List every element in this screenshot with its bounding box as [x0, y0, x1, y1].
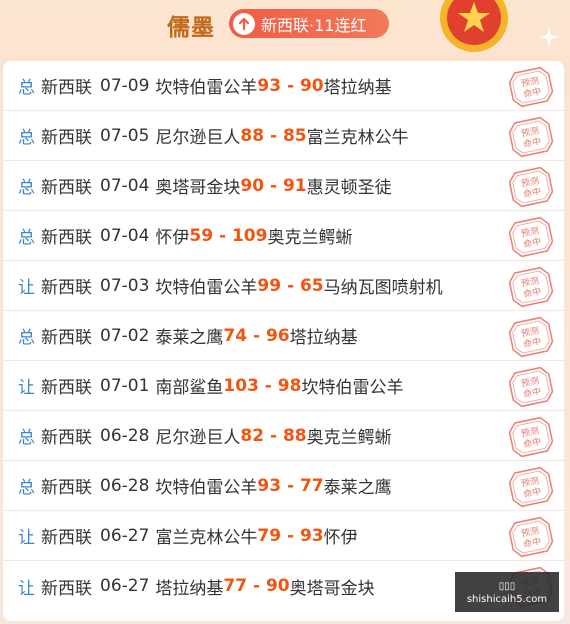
record-score: 74 - 96: [223, 325, 290, 346]
record-row[interactable]: 总新西联 07-04 怀伊 59 - 109 奥克兰鳄蜥 预测 命中: [3, 211, 564, 261]
record-league: 新西联: [41, 378, 92, 398]
hit-stamp-icon: 预测命中: [508, 216, 554, 258]
record-type: 总: [18, 228, 35, 248]
record-away-team: 富兰克林公牛: [306, 128, 409, 148]
record-league: 新西联: [41, 428, 92, 448]
record-date: 07-04: [100, 175, 150, 196]
record-row[interactable]: 总新西联 07-09 坎特伯雷公羊 93 - 90 塔拉纳基 预测 命中: [3, 61, 564, 111]
watermark-line1: ▯▯▯: [498, 581, 516, 592]
record-score: 59 - 109: [189, 225, 268, 246]
record-date: 07-01: [100, 375, 150, 396]
record-date: 06-27: [100, 576, 150, 596]
record-score: 88 - 85: [240, 125, 307, 146]
hit-stamp-icon: 预测命中: [508, 166, 554, 208]
hit-stamp-icon: 预测命中: [508, 516, 554, 558]
arrow-up-icon: [233, 12, 255, 35]
hit-stamp-icon: 预测命中: [508, 116, 554, 158]
record-home-team: 坎特伯雷公羊: [155, 478, 258, 498]
record-row[interactable]: 总新西联 06-28 尼尔逊巨人 82 - 88 奥克兰鳄蜥 预测 命中: [3, 411, 564, 461]
record-type: 总: [18, 128, 35, 148]
record-away-team: 马纳瓦图喷射机: [323, 278, 443, 298]
record-home-team: 怀伊: [155, 228, 190, 248]
record-row[interactable]: 总新西联 06-28 坎特伯雷公羊 93 - 77 泰莱之鹰 预测 命中: [3, 461, 564, 511]
record-row[interactable]: 让新西联 07-01 南部鲨鱼 103 - 98 坎特伯雷公羊 预测 命中: [3, 361, 564, 411]
record-type: 总: [18, 428, 35, 448]
record-league: 新西联: [41, 278, 92, 298]
record-type: 让: [18, 528, 35, 548]
record-league: 新西联: [41, 478, 92, 498]
record-date: 06-28: [100, 425, 150, 446]
watermark: ▯▯▯ shishicaih5.com: [455, 572, 559, 612]
streak-badge: 新西联·11连红: [229, 9, 389, 38]
record-row[interactable]: 总新西联 07-02 泰莱之鹰 74 - 96 塔拉纳基 预测 命中: [3, 311, 564, 361]
record-list: 总新西联 07-09 坎特伯雷公羊 93 - 90 塔拉纳基 预测 命中总新西联 07-05 尼…: [3, 61, 564, 621]
hit-stamp-icon: 预测命中: [508, 316, 554, 358]
record-row[interactable]: 总新西联 07-04 奥塔哥金块 90 - 91 惠灵顿圣徒 预测 命中: [3, 161, 564, 211]
record-score: 79 - 93: [257, 525, 324, 546]
record-away-team: 塔拉纳基: [289, 328, 358, 348]
record-home-team: 尼尔逊巨人: [155, 428, 241, 448]
record-home-team: 泰莱之鹰: [155, 328, 224, 348]
record-score: 99 - 65: [257, 275, 324, 296]
record-away-team: 塔拉纳基: [323, 78, 392, 98]
hit-stamp-icon: 预测命中: [508, 416, 554, 458]
record-type: 让: [18, 378, 35, 398]
sparkle-icon: [538, 26, 560, 48]
record-league: 新西联: [41, 128, 92, 148]
hit-stamp-icon: 预测命中: [508, 66, 554, 108]
streak-label: 新西联·11连红: [261, 15, 367, 35]
record-score: 93 - 77: [257, 475, 324, 496]
record-row[interactable]: 让新西联 06-27 富兰克林公牛 79 - 93 怀伊 预测 命中: [3, 511, 564, 561]
record-league: 新西联: [41, 78, 92, 98]
record-type: 总: [18, 328, 35, 348]
record-date: 07-05: [100, 125, 150, 146]
record-date: 07-02: [100, 325, 150, 346]
record-type: 总: [18, 478, 35, 498]
expert-name: 儒墨: [167, 15, 215, 41]
record-league: 新西联: [41, 328, 92, 348]
record-away-team: 坎特伯雷公羊: [301, 378, 404, 398]
record-score: 90 - 91: [240, 175, 307, 196]
record-away-team: 泰莱之鹰: [323, 478, 392, 498]
record-home-team: 富兰克林公牛: [155, 528, 258, 548]
record-away-team: 怀伊: [323, 528, 358, 548]
record-home-team: 南部鲨鱼: [155, 378, 224, 398]
record-score: 77 - 90: [223, 576, 290, 596]
record-home-team: 坎特伯雷公羊: [155, 278, 258, 298]
record-score: 103 - 98: [223, 375, 302, 396]
record-date: 07-09: [100, 75, 150, 96]
record-home-team: 奥塔哥金块: [155, 178, 241, 198]
hit-stamp-icon: 预测命中: [508, 466, 554, 508]
medal-icon: [440, 0, 508, 52]
record-type: 总: [18, 178, 35, 198]
record-away-team: 惠灵顿圣徒: [306, 178, 392, 198]
record-date: 07-04: [100, 225, 150, 246]
record-type: 总: [18, 78, 35, 98]
record-row[interactable]: 总新西联 07-05 尼尔逊巨人 88 - 85 富兰克林公牛 预测 命中: [3, 111, 564, 161]
hit-stamp-icon: 预测命中: [508, 266, 554, 308]
record-away-team: 奥克兰鳄蜥: [306, 428, 392, 448]
record-type: 让: [18, 278, 35, 298]
watermark-url: shishicaih5.com: [466, 594, 548, 605]
record-league: 新西联: [41, 578, 92, 599]
record-date: 06-27: [100, 525, 150, 546]
record-date: 06-28: [100, 475, 150, 496]
record-row[interactable]: 让新西联 07-03 坎特伯雷公羊 99 - 65 马纳瓦图喷射机 预测 命中: [3, 261, 564, 311]
record-score: 93 - 90: [257, 75, 324, 96]
record-date: 07-03: [100, 275, 150, 296]
record-type: 让: [18, 578, 35, 599]
hit-stamp-icon: 预测命中: [508, 366, 554, 408]
record-league: 新西联: [41, 528, 92, 548]
record-score: 82 - 88: [240, 425, 307, 446]
record-league: 新西联: [41, 178, 92, 198]
record-away-team: 奥塔哥金块: [289, 578, 375, 599]
record-away-team: 奥克兰鳄蜥: [267, 228, 353, 248]
record-home-team: 坎特伯雷公羊: [155, 78, 258, 98]
record-home-team: 尼尔逊巨人: [155, 128, 241, 148]
record-home-team: 塔拉纳基: [155, 578, 224, 599]
record-league: 新西联: [41, 228, 92, 248]
header: 儒墨 新西联·11连红: [0, 0, 570, 56]
